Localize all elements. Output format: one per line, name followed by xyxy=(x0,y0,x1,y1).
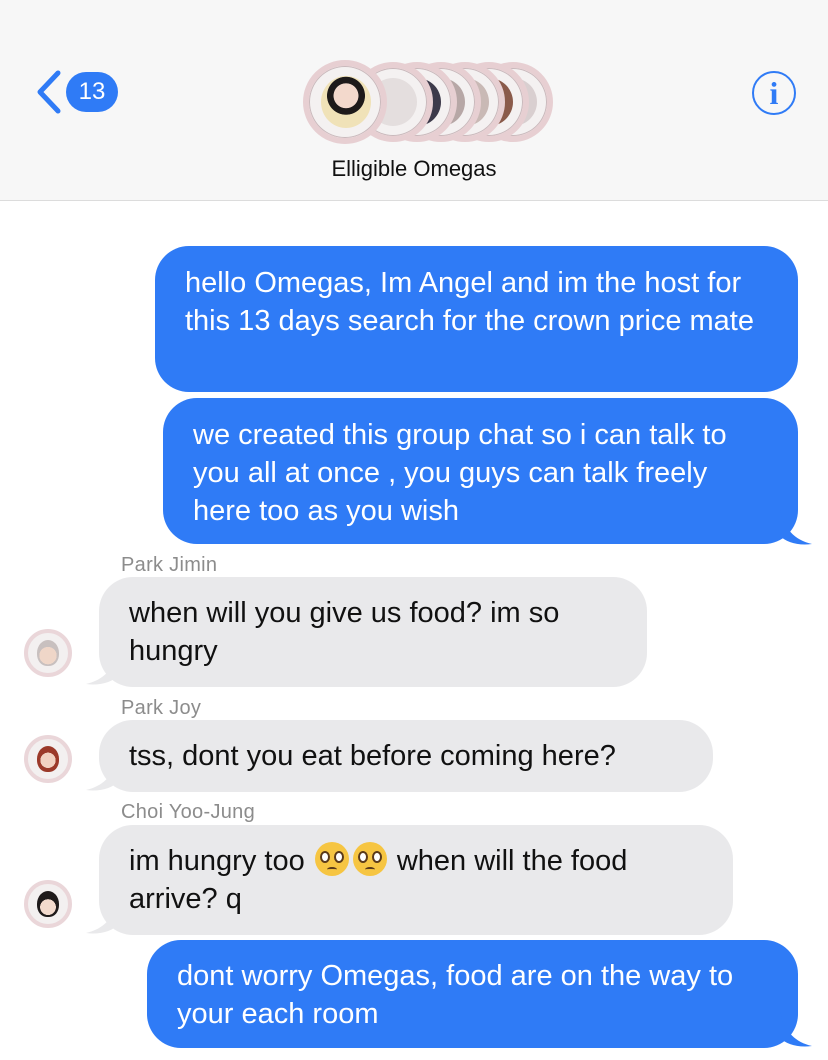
pleading-face-emoji xyxy=(314,842,349,876)
sender-avatar[interactable] xyxy=(24,735,72,783)
message-text: im hungry too xyxy=(129,845,305,877)
message-text: dont worry Omegas, food are on the way t… xyxy=(177,960,734,1030)
message-text: when will you give us food? im so hungry xyxy=(129,597,560,667)
sender-avatar[interactable] xyxy=(24,880,72,928)
group-name: Elligible Omegas xyxy=(331,156,497,181)
group-avatar-stack[interactable] xyxy=(303,60,553,144)
outgoing-message[interactable]: hello Omegas, Im Angel and im the host f… xyxy=(155,246,798,392)
chevron-left-icon xyxy=(37,70,61,114)
outgoing-message[interactable]: we created this group chat so i can talk… xyxy=(163,398,798,544)
message-text: we created this group chat so i can talk… xyxy=(193,419,727,527)
pleading-face-emoji xyxy=(352,842,387,876)
info-button[interactable]: i xyxy=(752,71,796,115)
info-icon: i xyxy=(769,74,779,111)
member-avatar xyxy=(303,60,387,144)
bubble-tail xyxy=(780,1012,812,1047)
sender-avatar[interactable] xyxy=(24,629,72,677)
outgoing-message[interactable]: dont worry Omegas, food are on the way t… xyxy=(147,940,798,1048)
bubble-tail xyxy=(780,510,812,545)
message-text: hello Omegas, Im Angel and im the host f… xyxy=(185,267,754,337)
message-text: tss, dont you eat before coming here? xyxy=(129,740,616,772)
sender-name: Choi Yoo-Jung xyxy=(121,801,256,823)
incoming-message[interactable]: when will you give us food? im so hungry xyxy=(99,577,647,687)
sender-name: Park Jimin xyxy=(121,554,218,576)
incoming-message[interactable]: tss, dont you eat before coming here? xyxy=(99,720,713,792)
unread-count-badge: 13 xyxy=(66,72,118,112)
sender-name: Park Joy xyxy=(121,697,202,719)
incoming-message[interactable]: im hungry too when will the food arrive?… xyxy=(99,825,733,935)
back-button[interactable]: 13 xyxy=(34,66,124,118)
chat-header: 13 i Elligible Omegas xyxy=(0,0,828,201)
